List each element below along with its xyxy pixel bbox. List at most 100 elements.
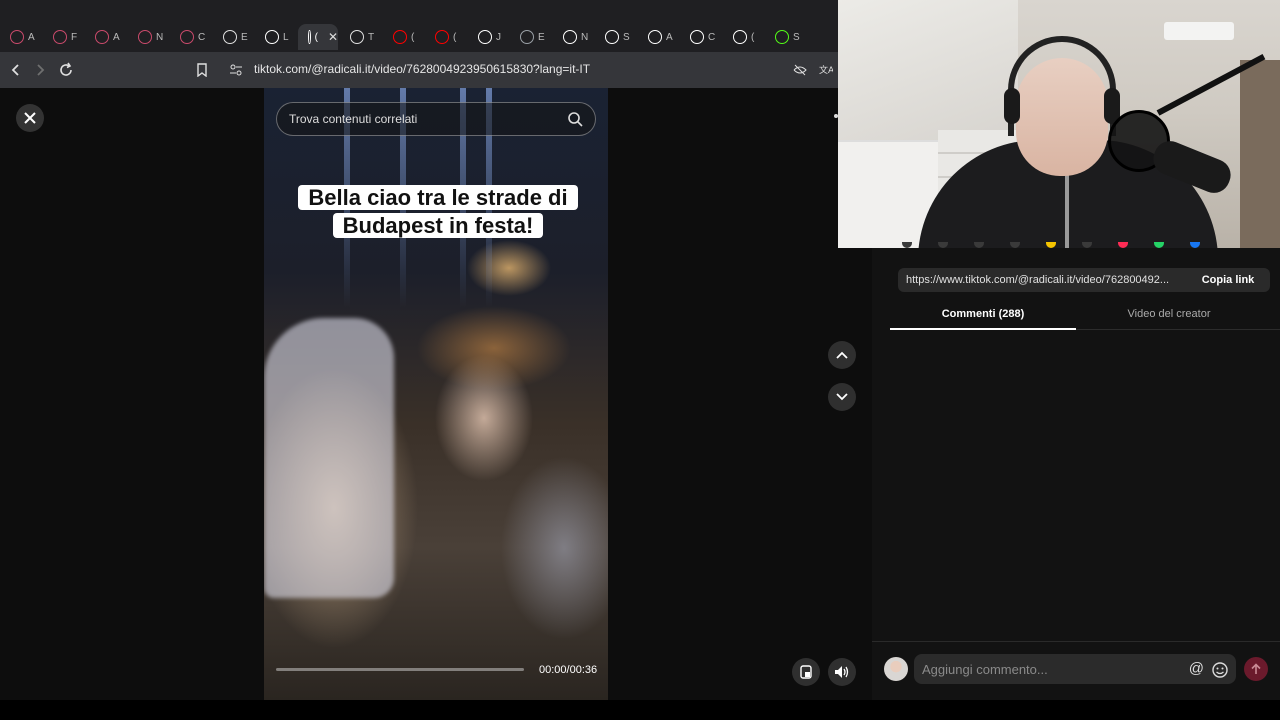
next-video-button[interactable] (828, 383, 856, 411)
share-option-icon[interactable] (974, 242, 984, 248)
post-comment-button[interactable] (1244, 657, 1268, 681)
share-option-icon[interactable] (1046, 242, 1056, 248)
back-button[interactable] (6, 60, 26, 80)
browser-tab-label: A (666, 31, 673, 43)
browser-tab[interactable]: ( (723, 24, 763, 50)
float-player-button[interactable] (792, 658, 820, 686)
youtube-icon (393, 30, 407, 44)
webcam-wall (838, 0, 1018, 140)
kick-icon (775, 30, 789, 44)
browser-tab[interactable]: A (85, 24, 125, 50)
tab-creator-videos[interactable]: Video del creator (1076, 304, 1262, 329)
browser-tab-label: N (156, 31, 164, 43)
share-option-icon[interactable] (1154, 242, 1164, 248)
panel-tabs: Commenti (288) Video del creator (890, 304, 1280, 330)
webcam-air-conditioner (1164, 22, 1234, 40)
eye-off-icon (793, 64, 807, 76)
share-option-icon[interactable] (1118, 242, 1128, 248)
puzzle-icon (180, 30, 194, 44)
record-icon (95, 30, 109, 44)
bookmark-button[interactable] (192, 60, 212, 80)
video-caption: Bella ciao tra le strade di Budapest in … (298, 184, 578, 240)
webcam-earcup (1004, 88, 1020, 124)
browser-tab[interactable]: E (510, 24, 550, 50)
tab-comments[interactable]: Commenti (288) (890, 304, 1076, 330)
share-option-icon[interactable] (938, 242, 948, 248)
browser-tab[interactable]: F (43, 24, 83, 50)
browser-tab-label: ( (314, 31, 318, 43)
browser-tab[interactable]: N (128, 24, 168, 50)
address-bar-url[interactable]: tiktok.com/@radicali.it/video/7628004923… (254, 62, 590, 76)
browser-tab-strip: A F A N C E L(✕ T((J E N S A C(S (0, 0, 838, 52)
close-icon (24, 112, 36, 124)
chevron-up-icon (836, 351, 848, 359)
globe-icon (520, 30, 534, 44)
emoji-icon[interactable] (1212, 662, 1228, 678)
close-tab-icon[interactable]: ✕ (328, 30, 338, 44)
wikipedia-icon (478, 30, 492, 44)
browser-tab[interactable]: C (170, 24, 210, 50)
picture-in-picture-icon (800, 665, 812, 679)
close-video-button[interactable] (16, 104, 44, 132)
browser-tab-label: C (198, 31, 206, 43)
browser-tab[interactable]: ( (425, 24, 465, 50)
browser-tab[interactable]: A (638, 24, 678, 50)
video-stage: Trova contenuti correlati Bella ciao tra… (0, 88, 872, 700)
avatar[interactable] (884, 657, 908, 681)
wordpress-icon (223, 30, 237, 44)
browser-tab-label: E (241, 31, 248, 43)
site-info-button[interactable] (226, 60, 246, 80)
share-option-icon[interactable] (1010, 242, 1020, 248)
search-icon[interactable] (567, 111, 583, 127)
reload-button[interactable] (56, 60, 76, 80)
share-option-icon[interactable] (1082, 242, 1092, 248)
browser-tab[interactable]: L (255, 24, 295, 50)
browser-tab[interactable]: A (0, 24, 40, 50)
bridal-veil (264, 318, 394, 598)
related-search-input[interactable]: Trova contenuti correlati (276, 102, 596, 136)
chevron-down-icon (836, 393, 848, 401)
video-progress-bar[interactable] (276, 668, 524, 671)
openai-icon (605, 30, 619, 44)
browser-tab-label: F (71, 31, 78, 43)
browser-tab-label: S (623, 31, 630, 43)
browser-tab[interactable]: T (340, 24, 380, 50)
video-player[interactable]: Trova contenuti correlati Bella ciao tra… (264, 88, 608, 700)
forward-arrow-icon (37, 64, 45, 76)
browser-tab[interactable]: J (468, 24, 508, 50)
record-icon (10, 30, 24, 44)
webcam-overlay (838, 0, 1280, 248)
browser-tab[interactable]: ( (383, 24, 423, 50)
mention-icon[interactable]: @ (1189, 660, 1204, 678)
share-option-icon[interactable] (902, 242, 912, 248)
browser-tab[interactable]: N (553, 24, 593, 50)
browser-tab-label: S (793, 31, 800, 43)
browser-tab[interactable]: S (595, 24, 635, 50)
browser-tab[interactable]: (✕ (298, 24, 338, 50)
browser-toolbar: tiktok.com/@radicali.it/video/7628004923… (0, 52, 838, 88)
bookmark-icon (197, 63, 207, 77)
no-tracking-button[interactable] (790, 60, 810, 80)
share-link-box: https://www.tiktok.com/@radicali.it/vide… (898, 268, 1270, 292)
browser-tab-label: L (283, 31, 289, 43)
wikipedia-icon (265, 30, 279, 44)
record-icon (138, 30, 152, 44)
browser-tab[interactable]: E (213, 24, 253, 50)
volume-button[interactable] (828, 658, 856, 686)
share-option-icon[interactable] (1190, 242, 1200, 248)
share-link-url[interactable]: https://www.tiktok.com/@radicali.it/vide… (898, 274, 1186, 286)
forward-button[interactable] (30, 60, 50, 80)
browser-tab[interactable]: S (765, 24, 805, 50)
play-icon (350, 30, 364, 44)
caption-line-1: Bella ciao tra le strade di (298, 185, 578, 210)
copy-link-button[interactable]: Copia link (1186, 274, 1270, 286)
svg-text:文A: 文A (819, 64, 833, 76)
translate-button[interactable]: 文A (816, 60, 836, 80)
tiktok-icon (308, 30, 311, 44)
comment-input[interactable]: Aggiungi commento... @ (914, 654, 1236, 684)
previous-video-button[interactable] (828, 341, 856, 369)
volume-icon (835, 666, 849, 678)
translate-icon: 文A (819, 64, 833, 76)
browser-tab-label: ( (411, 31, 415, 43)
browser-tab[interactable]: C (680, 24, 720, 50)
